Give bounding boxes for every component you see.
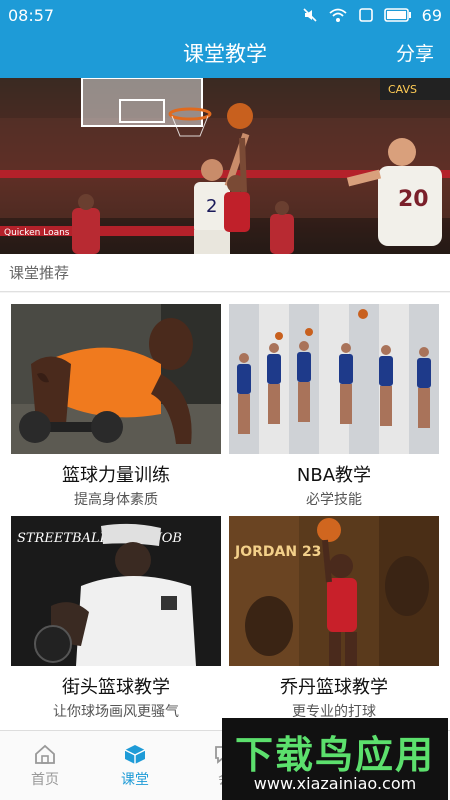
- wifi-icon: [329, 8, 347, 22]
- shooting-sequence-photo: [229, 304, 439, 454]
- page-title: 课堂教学: [183, 42, 267, 66]
- tab-classroom[interactable]: 课堂: [90, 731, 180, 800]
- tab-classroom-label: 课堂: [121, 772, 149, 788]
- share-button[interactable]: 分享: [396, 30, 434, 78]
- battery-icon: [383, 8, 411, 22]
- status-bar: 08:57 69: [0, 0, 450, 30]
- course-title: 乔丹篮球教学: [280, 677, 388, 698]
- section-title: 课堂推荐: [0, 254, 450, 292]
- battery-level: 69: [421, 5, 442, 25]
- tab-home[interactable]: 首页: [0, 731, 90, 800]
- arena-sign-text: Quicken Loans: [4, 228, 70, 238]
- classroom-icon: [124, 745, 146, 764]
- banner-image[interactable]: Quicken Loans CAVS 2 20: [0, 78, 450, 254]
- course-grid: 篮球力量训练 提高身体素质 NBA教学 必学技能 STREETBALL IS M…: [0, 293, 450, 730]
- course-title: NBA教学: [296, 465, 372, 486]
- status-icons: 69: [302, 6, 442, 25]
- scoreboard-text: CAVS: [388, 83, 417, 96]
- basketball-game-photo: Quicken Loans CAVS 2 20: [0, 78, 450, 254]
- course-title: 街头篮球教学: [62, 677, 170, 698]
- course-subtitle: 让你球场画风更骚气: [53, 704, 179, 720]
- course-title: 篮球力量训练: [62, 465, 170, 486]
- course-card-strength[interactable]: 篮球力量训练 提高身体素质: [11, 304, 221, 510]
- course-card-jordan[interactable]: JORDAN 23 乔丹篮球教学 更专业的打球: [229, 516, 439, 722]
- sim-icon: [358, 8, 373, 22]
- home-icon: [35, 744, 55, 764]
- tab-home-label: 首页: [31, 772, 59, 788]
- mute-icon: [303, 8, 317, 22]
- watermark-url: www.xiazainiao.com: [253, 774, 417, 793]
- status-time: 08:57: [8, 5, 55, 25]
- svg-text:20: 20: [398, 187, 429, 212]
- svg-text:2: 2: [206, 196, 217, 217]
- course-card-street[interactable]: STREETBALL IS MY JOB 街头篮球教学 让你球场画风更骚气: [11, 516, 221, 722]
- course-card-nba[interactable]: NBA教学 必学技能: [229, 304, 439, 510]
- watermark-logo: 下载鸟应用 www.xiazainiao.com: [222, 718, 448, 800]
- course-subtitle: 提高身体素质: [74, 492, 158, 508]
- streetball-photo: STREETBALL IS MY JOB: [11, 516, 221, 666]
- course-subtitle: 必学技能: [306, 492, 362, 508]
- jordan-jersey-text: JORDAN 23: [234, 544, 321, 560]
- title-bar: 课堂教学 分享: [0, 30, 450, 78]
- watermark-title: 下载鸟应用: [234, 733, 435, 777]
- weight-training-photo: [11, 304, 221, 454]
- jordan-photo: JORDAN 23: [229, 516, 439, 666]
